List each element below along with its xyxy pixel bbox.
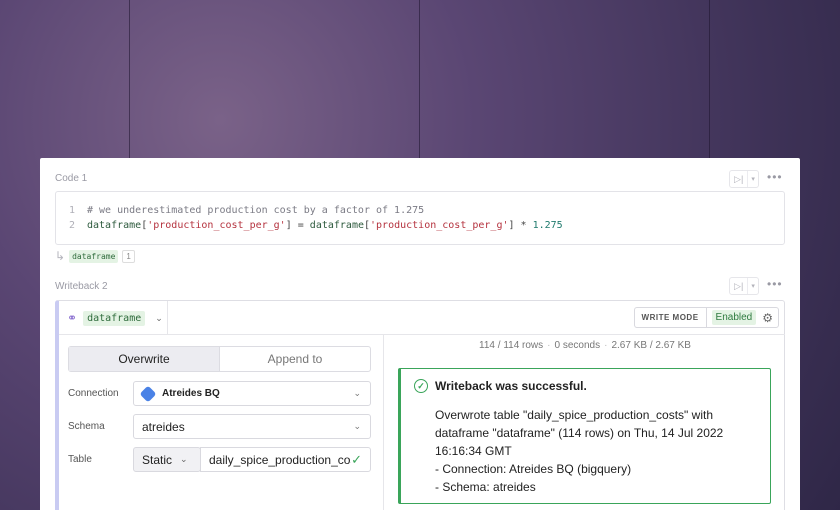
write-mode-label: WRITE MODE — [633, 307, 706, 328]
success-title: ✓ Writeback was successful. — [414, 379, 587, 393]
mode-tabs: Overwrite Append to — [68, 346, 371, 372]
write-mode-toggle[interactable]: WRITE MODE Enabled ⚙ — [633, 307, 779, 328]
run-button[interactable]: ▷| ▾ — [729, 277, 759, 295]
connection-label: Connection — [68, 388, 119, 399]
writeback-result-pane: 114 / 114 rows · 0 seconds · 2.67 KB / 2.67 … — [385, 335, 785, 510]
size-stat: 2.67 KB / 2.67 KB — [611, 340, 691, 351]
chevron-down-icon[interactable]: ▾ — [747, 171, 758, 187]
success-line: - Connection: Atreides BQ (bigquery) — [435, 462, 632, 476]
more-icon[interactable]: ••• — [767, 277, 783, 291]
background-divider — [709, 0, 710, 160]
check-icon: ✓ — [351, 451, 362, 467]
success-check-icon: ✓ — [414, 379, 428, 393]
dataframe-chip: dataframe — [83, 310, 146, 326]
success-title-text: Writeback was successful. — [435, 379, 587, 393]
cell-output: ↳ dataframe 1 — [55, 249, 135, 263]
tab-append-to[interactable]: Append to — [220, 347, 370, 371]
link-icon: ⚭ — [67, 311, 78, 325]
success-line: dataframe "dataframe" (114 rows) on Thu,… — [435, 426, 724, 440]
output-count-badge: 1 — [122, 249, 135, 263]
run-stats: 114 / 114 rows · 0 seconds · 2.67 KB / 2.67 … — [479, 340, 691, 351]
success-message: ✓ Writeback was successful. Overwrote ta… — [398, 368, 771, 504]
table-mode-value: Static — [142, 452, 173, 467]
more-icon[interactable]: ••• — [767, 170, 783, 184]
table-name-value: daily_spice_production_cos — [209, 452, 352, 467]
play-icon: ▷| — [734, 173, 744, 184]
schema-select[interactable]: atreides ⌄ — [133, 414, 371, 439]
time-stat: 0 seconds — [554, 340, 601, 351]
notebook-card: Code 1 ▷| ▾ ••• 1 # we underestimated pro… — [40, 158, 800, 510]
schema-value: atreides — [142, 419, 185, 434]
enabled-badge: Enabled — [711, 310, 757, 325]
code-line: 1 # we underestimated production cost by … — [69, 205, 425, 216]
connection-select[interactable]: Atreides BQ ⌄ — [133, 381, 371, 406]
dataframe-select[interactable]: ⚭ dataframe ⌄ — [59, 301, 168, 335]
gear-icon[interactable]: ⚙ — [762, 311, 773, 325]
background-divider — [419, 0, 420, 160]
success-line: Overwrote table "daily_spice_production_… — [435, 408, 713, 422]
bigquery-icon — [139, 385, 157, 402]
table-mode-select[interactable]: Static ⌄ — [133, 447, 201, 472]
background-divider — [129, 0, 130, 160]
write-mode-status[interactable]: Enabled ⚙ — [705, 307, 779, 328]
tab-overwrite[interactable]: Overwrite — [69, 347, 220, 371]
connection-value: Atreides BQ — [162, 388, 220, 399]
chevron-down-icon: ⌄ — [353, 421, 361, 431]
success-line: - Schema: atreides — [435, 480, 536, 494]
rows-stat: 114 / 114 rows — [479, 340, 544, 351]
chevron-down-icon[interactable]: ▾ — [747, 278, 758, 294]
chevron-down-icon: ⌄ — [180, 454, 188, 464]
success-body: Overwrote table "daily_spice_production_… — [435, 406, 765, 496]
return-arrow-icon: ↳ — [55, 249, 66, 263]
output-dataframe-chip[interactable]: dataframe — [69, 249, 119, 263]
run-button[interactable]: ▷| ▾ — [729, 170, 759, 188]
writeback-header: ⚭ dataframe ⌄ WRITE MODE Enabled ⚙ — [59, 301, 785, 335]
code-editor[interactable]: 1 # we underestimated production cost by … — [55, 191, 785, 245]
writeback-cell-label: Writeback 2 — [55, 281, 108, 292]
chevron-down-icon: ⌄ — [353, 388, 361, 398]
table-name-input[interactable]: daily_spice_production_cos ✓ — [200, 447, 371, 472]
writeback-panel: ⚭ dataframe ⌄ WRITE MODE Enabled ⚙ Overw… — [55, 300, 785, 510]
code-cell-label: Code 1 — [55, 173, 88, 184]
code-line: 2 dataframe['production_cost_per_g'] = da… — [69, 220, 563, 231]
play-icon: ▷| — [734, 280, 744, 291]
chevron-down-icon: ⌄ — [155, 312, 163, 323]
writeback-config: Overwrite Append to Connection Atreides … — [59, 335, 384, 510]
table-label: Table — [68, 454, 92, 465]
success-line: 16:16:34 GMT — [435, 444, 512, 458]
schema-label: Schema — [68, 421, 105, 432]
